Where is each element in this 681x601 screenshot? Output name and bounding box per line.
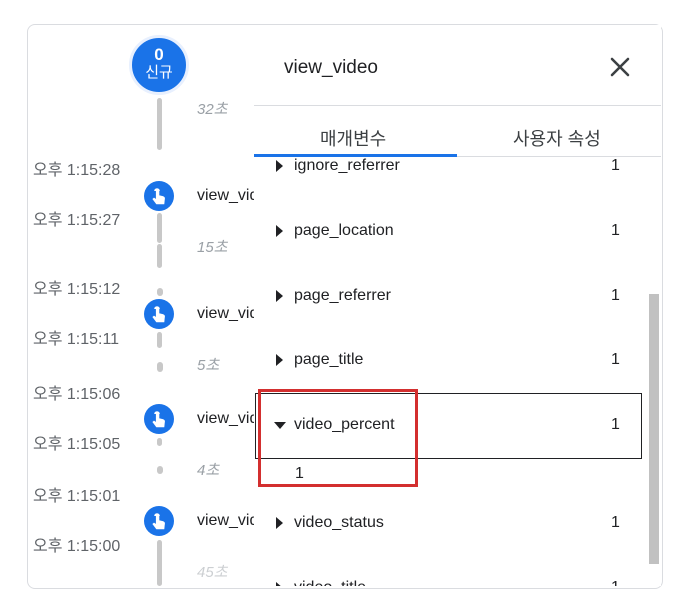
tap-icon[interactable] bbox=[144, 299, 174, 329]
list-item[interactable]: ignore_referrer 1 bbox=[254, 157, 649, 181]
expand-arrow-icon[interactable] bbox=[276, 354, 283, 366]
scrollbar-thumb[interactable] bbox=[649, 294, 659, 564]
event-time: 오후 1:15:06 bbox=[33, 386, 121, 403]
param-count: 1 bbox=[611, 222, 620, 239]
list-item[interactable]: video_status 1 bbox=[254, 508, 649, 538]
event-name[interactable]: view_video bbox=[197, 410, 254, 428]
tap-icon[interactable] bbox=[144, 404, 174, 434]
event-detail-panel: view_video 매개변수 사용자 속성 ignore_referrer 1… bbox=[254, 25, 661, 586]
tap-icon[interactable] bbox=[144, 181, 174, 211]
param-count: 1 bbox=[611, 157, 620, 174]
new-label: 신규 bbox=[145, 64, 173, 81]
close-icon[interactable] bbox=[606, 53, 634, 81]
divider bbox=[254, 105, 661, 106]
event-name[interactable]: view_video bbox=[197, 187, 254, 205]
list-item[interactable]: video_title 1 bbox=[254, 573, 649, 586]
panel-title: view_video bbox=[284, 57, 378, 78]
time-gap: 5초 bbox=[197, 357, 220, 374]
list-item[interactable]: page_title 1 bbox=[254, 345, 649, 375]
time-gap: 15초 bbox=[197, 239, 228, 256]
new-events-badge[interactable]: 0 신규 bbox=[129, 35, 189, 95]
timeline-dot bbox=[157, 362, 163, 372]
event-time: 오후 1:15:11 bbox=[33, 331, 120, 348]
event-time: 오후 1:15:27 bbox=[33, 212, 121, 229]
event-name[interactable]: view_video bbox=[197, 305, 254, 323]
tab-parameters[interactable]: 매개변수 bbox=[320, 125, 386, 151]
time-gap: 32초 bbox=[197, 101, 228, 118]
event-time: 오후 1:15:28 bbox=[33, 162, 121, 179]
param-count: 1 bbox=[611, 514, 620, 531]
new-count: 0 bbox=[154, 45, 164, 64]
tap-icon[interactable] bbox=[144, 506, 174, 536]
param-name: video_title bbox=[294, 579, 366, 586]
event-time: 오후 1:15:05 bbox=[33, 436, 121, 453]
timeline-dot bbox=[157, 466, 163, 474]
timeline-line bbox=[157, 244, 162, 268]
param-name: page_title bbox=[294, 351, 364, 368]
param-count: 1 bbox=[611, 351, 620, 368]
timeline-line bbox=[157, 332, 162, 348]
param-name: page_location bbox=[294, 222, 394, 239]
parameter-list: ignore_referrer 1 page_location 1 page_r… bbox=[254, 157, 649, 586]
event-time: 오후 1:15:00 bbox=[33, 538, 121, 555]
event-time: 오후 1:15:12 bbox=[33, 281, 121, 298]
list-item[interactable]: page_referrer 1 bbox=[254, 281, 649, 311]
time-gap: 45초 bbox=[197, 564, 228, 581]
timeline-line bbox=[157, 213, 162, 243]
param-name: page_referrer bbox=[294, 287, 391, 304]
time-gap: 4초 bbox=[197, 462, 220, 479]
expand-arrow-icon[interactable] bbox=[276, 582, 283, 586]
highlight-box bbox=[258, 389, 418, 487]
param-name: ignore_referrer bbox=[294, 157, 400, 174]
param-count: 1 bbox=[611, 579, 620, 586]
expand-arrow-icon[interactable] bbox=[276, 290, 283, 302]
expand-arrow-icon[interactable] bbox=[276, 225, 283, 237]
param-count: 1 bbox=[611, 287, 620, 304]
tab-user-properties[interactable]: 사용자 속성 bbox=[513, 125, 601, 151]
event-time: 오후 1:15:01 bbox=[33, 488, 121, 505]
timeline-line bbox=[157, 540, 162, 586]
event-name[interactable]: view_video bbox=[197, 512, 254, 530]
timeline-line bbox=[157, 438, 162, 446]
param-count: 1 bbox=[611, 416, 620, 433]
list-item[interactable]: page_location 1 bbox=[254, 216, 649, 246]
expand-arrow-icon[interactable] bbox=[276, 160, 283, 172]
param-name: video_status bbox=[294, 514, 384, 531]
expand-arrow-icon[interactable] bbox=[276, 517, 283, 529]
timeline-dot bbox=[157, 288, 163, 296]
timeline-line bbox=[157, 98, 162, 150]
